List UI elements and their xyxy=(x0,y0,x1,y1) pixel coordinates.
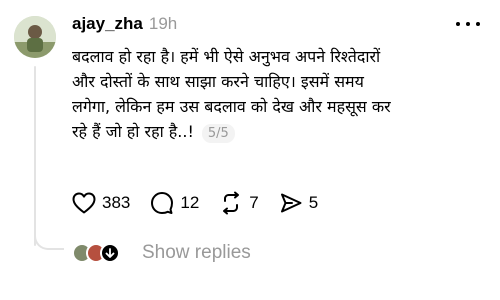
more-icon[interactable] xyxy=(456,16,480,32)
thread-line xyxy=(34,66,36,246)
post-line: लगेगा, लेकिन हम उस बदलाव को देख और महसूस… xyxy=(72,97,391,116)
replies-row: Show replies xyxy=(72,240,251,266)
reply-avatars xyxy=(72,240,130,266)
repost-button[interactable]: 7 xyxy=(219,191,259,215)
comment-count: 12 xyxy=(180,193,200,212)
avatar[interactable] xyxy=(14,16,56,58)
post-body: बदलाव हो रहा है। हमें भी ऐसे अनुभव अपने … xyxy=(72,44,482,146)
comment-button[interactable]: 12 xyxy=(150,191,199,215)
comment-icon xyxy=(151,192,174,214)
share-button[interactable]: 5 xyxy=(279,191,318,215)
username[interactable]: ajay_zha xyxy=(72,14,143,34)
like-count: 383 xyxy=(102,193,131,212)
post-line: बदलाव हो रहा है। हमें भी ऐसे अनुभव अपने … xyxy=(72,47,381,66)
page-indicator: 5/5 xyxy=(201,124,235,143)
post-header: ajay_zha 19h xyxy=(72,14,177,36)
heart-icon xyxy=(72,192,96,214)
share-icon xyxy=(280,193,302,213)
post-line: रहे हैं जो हो रहा है..! 5/5 xyxy=(72,119,482,146)
timestamp: 19h xyxy=(148,14,178,33)
share-count: 5 xyxy=(308,193,319,212)
thread-connector xyxy=(34,232,64,250)
post-line: और दोस्तों के साथ साझा करने चाहिए। इसमें… xyxy=(72,72,364,91)
avatar-photo xyxy=(14,16,56,58)
chevron-down-icon[interactable] xyxy=(100,243,120,263)
like-button[interactable]: 383 xyxy=(72,192,130,214)
repost-icon xyxy=(223,191,240,215)
show-replies-link[interactable]: Show replies xyxy=(142,242,251,264)
repost-count: 7 xyxy=(249,193,259,212)
post-actions: 383 12 7 5 xyxy=(72,190,338,216)
